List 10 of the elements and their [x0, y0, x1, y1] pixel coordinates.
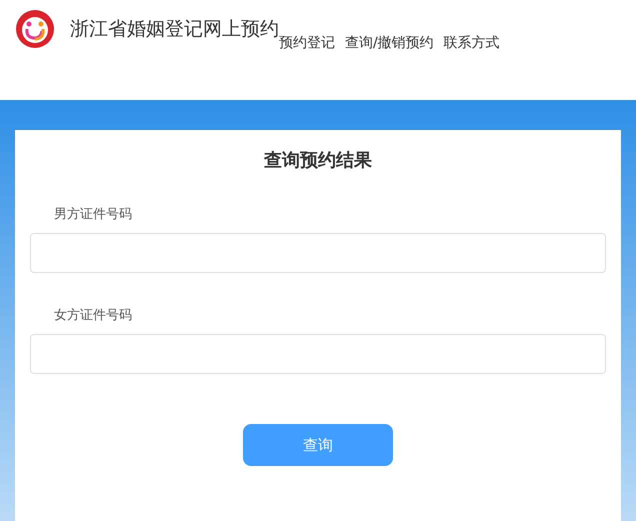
field-label: 男方证件号码 [54, 206, 132, 223]
input-field[interactable] [30, 334, 606, 374]
nav-link[interactable]: 查询/撤销预约 [345, 34, 434, 52]
input-field[interactable] [30, 233, 606, 273]
site-title: 浙江省婚姻登记网上预约 [70, 17, 279, 42]
nav-link[interactable]: 联系方式 [444, 34, 500, 52]
nav-link[interactable]: 预约登记 [279, 34, 335, 52]
field-label: 女方证件号码 [54, 307, 132, 324]
form-title: 查询预约结果 [264, 149, 372, 172]
logo-icon [15, 9, 55, 49]
